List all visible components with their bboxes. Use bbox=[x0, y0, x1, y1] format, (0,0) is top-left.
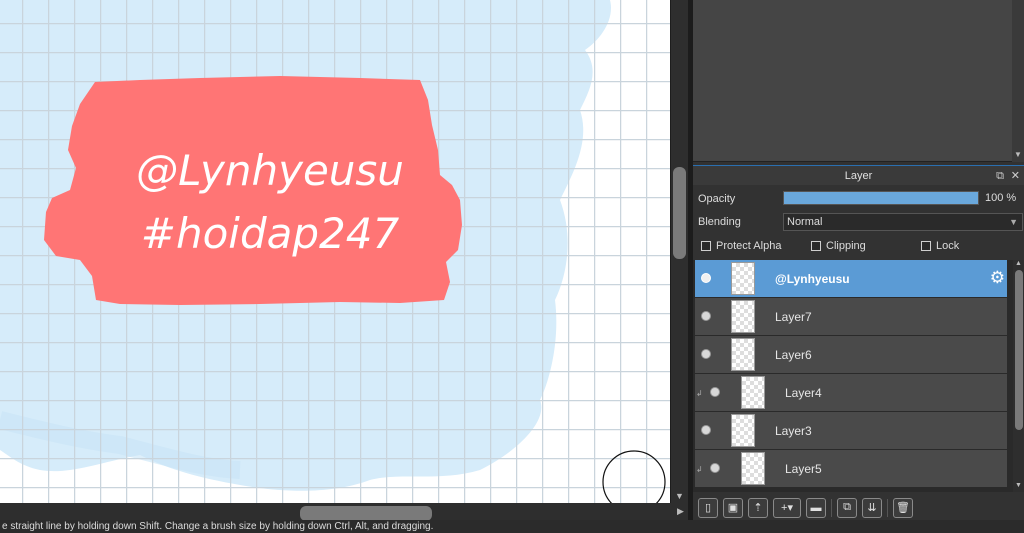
layer-row[interactable]: ↲ Layer4 bbox=[695, 374, 1007, 412]
folder-icon[interactable]: ▬ bbox=[806, 497, 826, 518]
lock-label: Lock bbox=[936, 240, 960, 252]
layer-row[interactable]: Layer3 bbox=[695, 412, 1007, 450]
opacity-value: 100 % bbox=[985, 192, 1017, 204]
layer-scroll-thumb[interactable] bbox=[1015, 270, 1023, 430]
scroll-down-icon[interactable]: ▼ bbox=[1014, 150, 1022, 159]
duplicate-layer-icon[interactable]: ⧉ bbox=[837, 497, 857, 518]
canvas-vscroll-thumb[interactable] bbox=[673, 167, 686, 259]
status-bar: e straight line by holding down Shift. C… bbox=[0, 520, 1024, 533]
visibility-eye-icon[interactable] bbox=[701, 425, 711, 435]
navigator-panel: ▼ bbox=[693, 0, 1024, 162]
opacity-label: Opacity bbox=[698, 193, 736, 205]
protect-alpha-label: Protect Alpha bbox=[716, 240, 782, 252]
checkbox-box bbox=[921, 241, 931, 251]
sticker-text-line2: #hoidap247 bbox=[141, 209, 400, 258]
layer-thumbnail bbox=[731, 414, 755, 447]
visibility-eye-icon[interactable] bbox=[701, 273, 711, 283]
clipping-checkbox[interactable]: Clipping bbox=[811, 240, 866, 252]
canvas-vertical-scrollbar[interactable]: ▼ bbox=[670, 0, 688, 503]
layer-name: Layer3 bbox=[775, 424, 812, 438]
layer-name: Layer7 bbox=[775, 310, 812, 324]
canvas-hscroll-thumb[interactable] bbox=[300, 506, 432, 521]
layer-name: Layer4 bbox=[785, 386, 822, 400]
gear-icon[interactable]: ⚙ bbox=[990, 268, 1005, 288]
blending-value: Normal bbox=[787, 216, 823, 228]
opacity-slider[interactable] bbox=[783, 191, 979, 205]
layer-list: @Lynhyeusu ⚙ Layer7 Layer6 ↲ Layer4 Laye… bbox=[693, 260, 1013, 492]
layer-name: Layer5 bbox=[785, 462, 822, 476]
layer-row[interactable]: ↲ Layer5 bbox=[695, 450, 1007, 488]
scroll-up-icon[interactable]: ▲ bbox=[1015, 260, 1022, 267]
visibility-eye-icon[interactable] bbox=[710, 387, 720, 397]
layer-thumbnail bbox=[741, 376, 765, 409]
layer-name: Layer6 bbox=[775, 348, 812, 362]
visibility-eye-icon[interactable] bbox=[701, 311, 711, 321]
lock-checkbox[interactable]: Lock bbox=[921, 240, 959, 252]
right-panel: ▼ Layer ⧉ ✕ Opacity 100 % Blending Norma… bbox=[693, 0, 1024, 520]
layer-row[interactable]: Layer6 bbox=[695, 336, 1007, 374]
scroll-down-icon[interactable]: ▼ bbox=[675, 491, 684, 501]
layer-row[interactable]: Layer7 bbox=[695, 298, 1007, 336]
chevron-down-icon: ▼ bbox=[1009, 217, 1018, 227]
new-layer-from-icon[interactable]: ▣ bbox=[723, 497, 743, 518]
drawing-canvas[interactable]: @Lynhyeusu #hoidap247 bbox=[0, 0, 670, 503]
merge-layer-icon[interactable]: ⇊ bbox=[862, 497, 882, 518]
layer-thumbnail bbox=[731, 262, 755, 295]
toolbar-divider bbox=[887, 498, 888, 517]
toolbar-divider bbox=[831, 498, 832, 517]
clipping-arrow-icon: ↲ bbox=[696, 465, 703, 474]
checkbox-box bbox=[811, 241, 821, 251]
visibility-eye-icon[interactable] bbox=[710, 463, 720, 473]
layer-row[interactable]: @Lynhyeusu ⚙ bbox=[695, 260, 1007, 298]
canvas-horizontal-scrollbar[interactable]: ▶ bbox=[0, 503, 688, 521]
checkbox-box bbox=[701, 241, 711, 251]
layer-panel-title: Layer bbox=[844, 170, 873, 182]
blending-select[interactable]: Normal ▼ bbox=[783, 213, 1023, 231]
navigator-scrollbar[interactable]: ▼ bbox=[1012, 0, 1024, 162]
delete-layer-icon[interactable]: 🗑 bbox=[893, 497, 913, 518]
protect-alpha-checkbox[interactable]: Protect Alpha bbox=[701, 240, 781, 252]
canvas-artwork: @Lynhyeusu #hoidap247 bbox=[0, 0, 670, 503]
add-layer-dropdown-icon[interactable]: +▾ bbox=[773, 497, 801, 518]
import-image-icon[interactable]: ⇡ bbox=[748, 497, 768, 518]
layer-list-scrollbar[interactable]: ▲ ▼ bbox=[1013, 260, 1024, 492]
new-layer-icon[interactable]: ▯ bbox=[698, 497, 718, 518]
scroll-down-icon[interactable]: ▼ bbox=[1015, 482, 1022, 489]
layer-toolbar: ▯ ▣ ⇡ +▾ ▬ ⧉ ⇊ 🗑 bbox=[693, 495, 1024, 520]
layer-thumbnail bbox=[731, 300, 755, 333]
layer-name: @Lynhyeusu bbox=[775, 272, 850, 286]
clipping-arrow-icon: ↲ bbox=[696, 389, 703, 398]
blending-label: Blending bbox=[698, 216, 741, 228]
scroll-right-icon[interactable]: ▶ bbox=[677, 506, 684, 517]
layer-panel-header: Layer ⧉ ✕ bbox=[693, 165, 1024, 185]
opacity-slider-fill bbox=[784, 192, 978, 204]
clipping-label: Clipping bbox=[826, 240, 866, 252]
layer-thumbnail bbox=[741, 452, 765, 485]
visibility-eye-icon[interactable] bbox=[701, 349, 711, 359]
close-icon[interactable]: ✕ bbox=[1011, 166, 1020, 186]
sticker-text-line1: @Lynhyeusu bbox=[136, 146, 404, 195]
popout-icon[interactable]: ⧉ bbox=[996, 166, 1004, 186]
layer-thumbnail bbox=[731, 338, 755, 371]
